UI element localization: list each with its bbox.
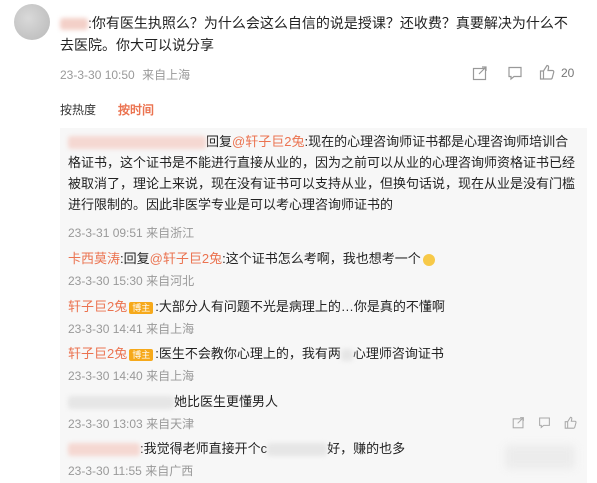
comment-button[interactable] <box>507 65 523 86</box>
like-icon <box>564 416 577 429</box>
reply-item: :我觉得老师直接开个c 好，赚的也多 <box>68 438 580 459</box>
comment-icon <box>539 417 550 429</box>
like-button[interactable] <box>564 416 577 434</box>
reply-item: 卡西莫涛:回复@轩子巨2兔:这个证书怎么考啊，我也想考一个 <box>68 248 580 269</box>
author-badge: 博主 <box>129 348 154 361</box>
like-icon <box>539 64 555 80</box>
like-button[interactable] <box>539 64 555 85</box>
sort-by-time[interactable]: 按时间 <box>118 101 154 118</box>
reply-item: 轩子巨2兔 博主:医生不会教你心理上的，我有两 心理师咨询证书 <box>68 346 444 361</box>
main-comment-meta: 23-3-30 10:50 来自上海 <box>60 66 190 83</box>
reply-meta: 23-3-30 15:30 来自河北 <box>68 274 195 288</box>
reply-meta: 23-3-30 13:03 来自天津 <box>68 417 195 431</box>
redacted-text <box>340 348 353 361</box>
main-comment-body: :你有医生执照么？为什么会这么自信的说是授课？还收费？真要解决为什么不去医院。你… <box>60 15 568 53</box>
commenter-name[interactable] <box>60 18 88 31</box>
author-badge: 博主 <box>129 301 154 314</box>
reply-username[interactable] <box>68 136 206 150</box>
share-button[interactable] <box>512 416 525 434</box>
mention-link[interactable]: @轩子巨2兔 <box>150 251 222 266</box>
comment-button[interactable] <box>538 416 551 434</box>
reply-username[interactable] <box>68 396 174 410</box>
reply-item: 轩子巨2兔 博主:大部分人有问题不光是病理上的…你是真的不懂啊 <box>68 299 445 314</box>
share-button[interactable] <box>472 65 488 86</box>
redacted-text <box>267 443 328 457</box>
emoji-icon <box>422 253 435 266</box>
reply-item: 回复@轩子巨2兔:现在的心理咨询师证书都是心理咨询师培训合格证书，这个证书是不能… <box>68 134 576 212</box>
main-comment-text: :你有医生执照么？为什么会这么自信的说是授课？还收费？真要解决为什么不去医院。你… <box>60 12 580 56</box>
watermark <box>505 445 575 469</box>
reply-meta: 23-3-30 14:40 来自上海 <box>68 369 195 383</box>
reply-meta: 23-3-30 14:41 来自上海 <box>68 322 195 336</box>
share-icon <box>512 417 524 429</box>
main-comment-location: 来自上海 <box>142 68 191 82</box>
comment-icon <box>508 66 522 81</box>
mention-link[interactable]: @轩子巨2兔 <box>232 134 304 149</box>
reply-username[interactable]: 轩子巨2兔 <box>68 346 127 361</box>
reply-item: 她比医生更懂男人 <box>68 391 580 412</box>
reply-meta: 23-3-30 11:55 来自广西 <box>68 464 194 478</box>
reply-username[interactable] <box>68 443 140 457</box>
main-comment-time: 23-3-30 10:50 <box>60 68 135 82</box>
avatar[interactable] <box>14 4 50 40</box>
sort-by-hot[interactable]: 按热度 <box>60 101 96 118</box>
share-icon <box>472 66 487 81</box>
reply-username[interactable]: 轩子巨2兔 <box>68 299 127 314</box>
reply-meta: 23-3-31 09:51 来自浙江 <box>68 226 195 240</box>
reply-username[interactable]: 卡西莫涛 <box>68 251 120 266</box>
like-count: 20 <box>561 66 575 80</box>
